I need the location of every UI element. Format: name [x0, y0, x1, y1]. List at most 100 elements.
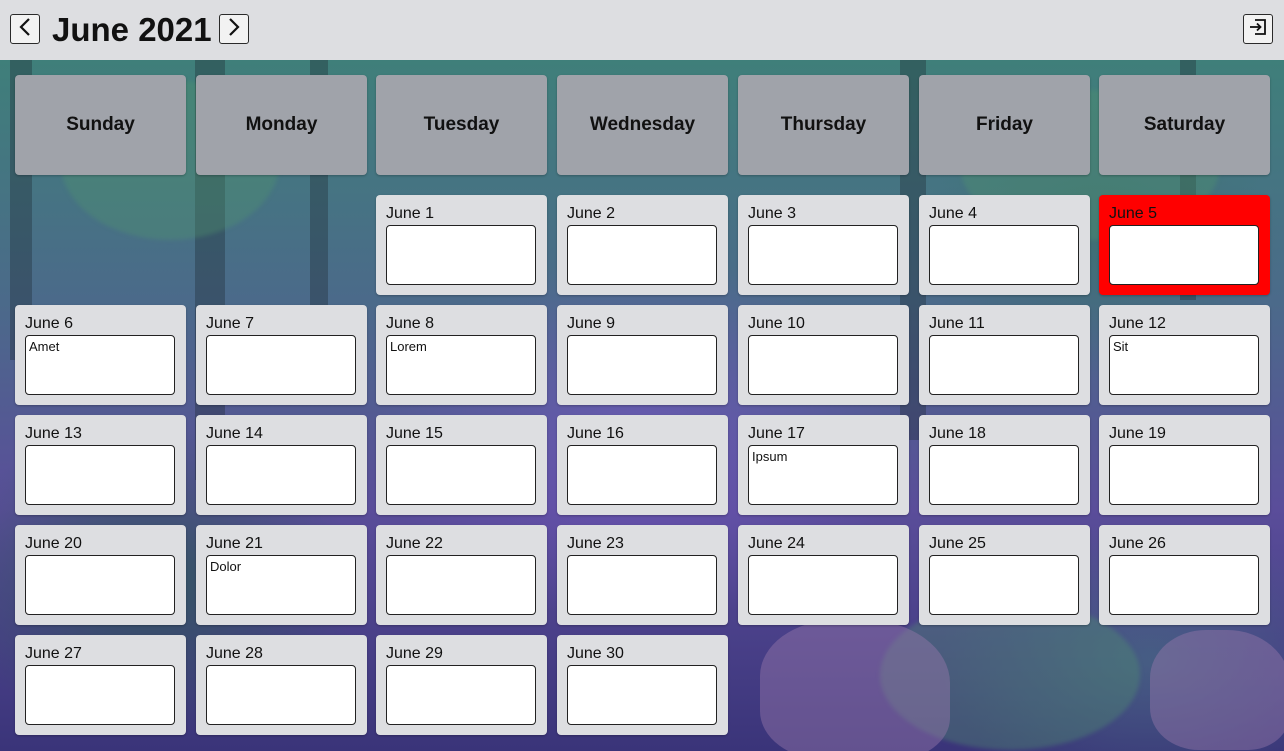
day-note-field[interactable]: [567, 555, 717, 615]
day-note-field[interactable]: [929, 225, 1079, 285]
day-cell[interactable]: June 16: [557, 415, 728, 515]
day-label: June 25: [929, 535, 986, 552]
day-label: June 21: [206, 535, 263, 552]
day-label: June 28: [206, 645, 263, 662]
day-label: June 15: [386, 425, 443, 442]
day-label: June 18: [929, 425, 986, 442]
day-note-field[interactable]: [206, 445, 356, 505]
day-note-field[interactable]: [567, 665, 717, 725]
day-label: June 6: [25, 315, 74, 332]
day-cell[interactable]: June 9: [557, 305, 728, 405]
day-note-field[interactable]: [386, 445, 536, 505]
day-cell[interactable]: June 12 Sit: [1099, 305, 1270, 405]
day-cell[interactable]: June 3: [738, 195, 909, 295]
day-label: June 27: [25, 645, 82, 662]
weekday-header-saturday: Saturday: [1099, 75, 1270, 175]
chevron-left-icon: [18, 17, 32, 42]
day-cell[interactable]: June 14: [196, 415, 367, 515]
weekday-header-thursday: Thursday: [738, 75, 909, 175]
day-note-field[interactable]: Ipsum: [748, 445, 898, 505]
day-cell[interactable]: June 4: [919, 195, 1090, 295]
prev-month-button[interactable]: [10, 14, 40, 44]
day-note-field[interactable]: [567, 225, 717, 285]
day-label: June 30: [567, 645, 624, 662]
day-label: June 23: [567, 535, 624, 552]
logout-icon: [1248, 17, 1268, 42]
day-note-field[interactable]: [748, 335, 898, 395]
weekday-header-tuesday: Tuesday: [376, 75, 547, 175]
day-cell[interactable]: June 5: [1099, 195, 1270, 295]
day-note-field[interactable]: [929, 555, 1079, 615]
day-label: June 26: [1109, 535, 1166, 552]
day-note-field[interactable]: [567, 445, 717, 505]
day-cell[interactable]: June 18: [919, 415, 1090, 515]
day-label: June 24: [748, 535, 805, 552]
day-label: June 2: [567, 205, 616, 222]
day-note-field[interactable]: [748, 225, 898, 285]
day-cell[interactable]: June 26: [1099, 525, 1270, 625]
next-month-button[interactable]: [219, 14, 249, 44]
day-label: June 3: [748, 205, 797, 222]
day-cell[interactable]: June 17 Ipsum: [738, 415, 909, 515]
day-note-field[interactable]: [1109, 225, 1259, 285]
day-note-field[interactable]: [929, 335, 1079, 395]
day-label: June 20: [25, 535, 82, 552]
day-note-field[interactable]: [25, 555, 175, 615]
day-note-field[interactable]: Sit: [1109, 335, 1259, 395]
day-label: June 22: [386, 535, 443, 552]
day-cell[interactable]: June 8 Lorem: [376, 305, 547, 405]
day-cell[interactable]: June 24: [738, 525, 909, 625]
day-cell[interactable]: June 11: [919, 305, 1090, 405]
day-label: June 10: [748, 315, 805, 332]
weekday-header-wednesday: Wednesday: [557, 75, 728, 175]
day-cell[interactable]: June 1: [376, 195, 547, 295]
day-label: June 13: [25, 425, 82, 442]
day-cell[interactable]: June 19: [1099, 415, 1270, 515]
day-note-field[interactable]: [1109, 445, 1259, 505]
day-label: June 4: [929, 205, 978, 222]
day-cell[interactable]: June 20: [15, 525, 186, 625]
day-note-field[interactable]: [386, 665, 536, 725]
day-cell[interactable]: June 6 Amet: [15, 305, 186, 405]
day-label: June 29: [386, 645, 443, 662]
day-cell[interactable]: June 10: [738, 305, 909, 405]
day-label: June 5: [1109, 205, 1158, 222]
day-cell[interactable]: June 29: [376, 635, 547, 735]
day-label: June 11: [929, 315, 985, 332]
day-label: June 7: [206, 315, 255, 332]
day-cell[interactable]: June 23: [557, 525, 728, 625]
day-cell[interactable]: June 27: [15, 635, 186, 735]
day-cell[interactable]: June 7: [196, 305, 367, 405]
day-label: June 8: [386, 315, 435, 332]
day-label: June 14: [206, 425, 263, 442]
day-label: June 19: [1109, 425, 1166, 442]
day-note-field[interactable]: [567, 335, 717, 395]
day-cell[interactable]: June 22: [376, 525, 547, 625]
day-label: June 1: [386, 205, 435, 222]
day-cell[interactable]: June 13: [15, 415, 186, 515]
day-cell[interactable]: June 25: [919, 525, 1090, 625]
day-note-field[interactable]: [386, 225, 536, 285]
day-note-field[interactable]: [386, 555, 536, 615]
day-cell[interactable]: June 21 Dolor: [196, 525, 367, 625]
day-note-field[interactable]: [206, 335, 356, 395]
day-note-field[interactable]: [206, 665, 356, 725]
page-title: June 2021: [52, 11, 212, 48]
day-note-field[interactable]: Dolor: [206, 555, 356, 615]
day-cell[interactable]: June 2: [557, 195, 728, 295]
day-note-field[interactable]: Amet: [25, 335, 175, 395]
day-label: June 16: [567, 425, 624, 442]
day-note-field[interactable]: [748, 555, 898, 615]
day-note-field[interactable]: [25, 665, 175, 725]
day-note-field[interactable]: [929, 445, 1079, 505]
day-cell[interactable]: June 28: [196, 635, 367, 735]
top-bar: June 2021: [0, 0, 1284, 60]
weekday-header-monday: Monday: [196, 75, 367, 175]
weekday-header-sunday: Sunday: [15, 75, 186, 175]
day-note-field[interactable]: Lorem: [386, 335, 536, 395]
day-cell[interactable]: June 15: [376, 415, 547, 515]
day-cell[interactable]: June 30: [557, 635, 728, 735]
day-note-field[interactable]: [1109, 555, 1259, 615]
logout-button[interactable]: [1243, 14, 1273, 44]
day-note-field[interactable]: [25, 445, 175, 505]
